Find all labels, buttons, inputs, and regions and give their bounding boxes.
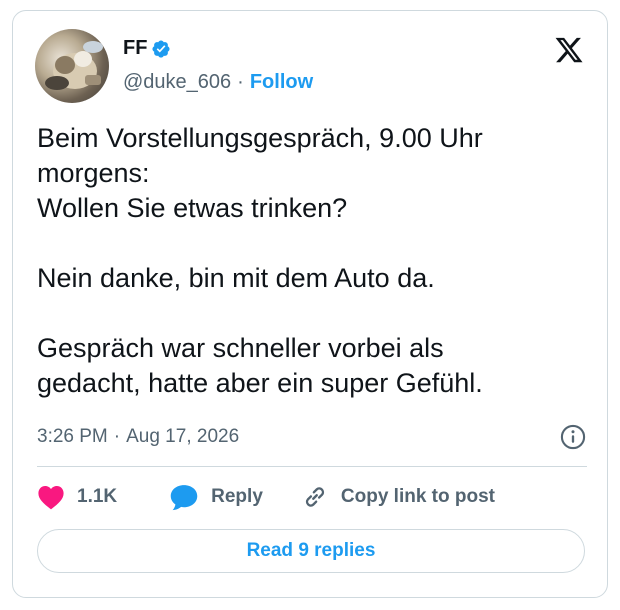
reply-button[interactable]: Reply — [169, 483, 263, 511]
separator-dot: · — [237, 71, 244, 93]
x-logo-icon[interactable] — [553, 35, 585, 65]
reply-bubble-icon — [170, 485, 198, 511]
verified-badge-icon — [152, 39, 170, 58]
author-handle[interactable]: @duke_606 — [123, 71, 231, 94]
tweet-text: Beim Vorstellungsgespräch, 9.00 Uhr morg… — [37, 123, 483, 398]
likes-count: 1.1K — [77, 486, 118, 507]
info-icon[interactable] — [559, 423, 587, 451]
tweet-date[interactable]: Aug 17, 2026 — [126, 426, 239, 448]
author-handle-row: @duke_606 · Follow — [123, 71, 313, 94]
link-icon — [305, 487, 324, 507]
author-name[interactable]: FF — [123, 37, 147, 60]
tweet-time[interactable]: 3:26 PM — [37, 426, 108, 448]
read-replies-button[interactable]: Read 9 replies — [37, 529, 585, 573]
tweet-card: FF @duke_606 · Follow Beim Vorstellungsg… — [12, 10, 608, 598]
profile-photo — [45, 41, 103, 90]
meta-separator: · — [113, 426, 121, 447]
author-name-row: FF — [123, 37, 171, 60]
action-bar: 1.1K Reply Copy link to post — [37, 483, 495, 511]
divider — [37, 466, 587, 467]
copy-link-button[interactable]: Copy link to post — [301, 483, 495, 511]
follow-button[interactable]: Follow — [250, 71, 313, 94]
reply-label: Reply — [211, 486, 263, 507]
avatar[interactable] — [35, 29, 109, 103]
like-button[interactable]: 1.1K — [37, 484, 117, 510]
heart-icon — [38, 486, 64, 510]
copy-link-label: Copy link to post — [340, 486, 495, 507]
read-replies-label: Read 9 replies — [246, 540, 376, 561]
tweet-meta: 3:26 PM · Aug 17, 2026 — [37, 423, 587, 451]
